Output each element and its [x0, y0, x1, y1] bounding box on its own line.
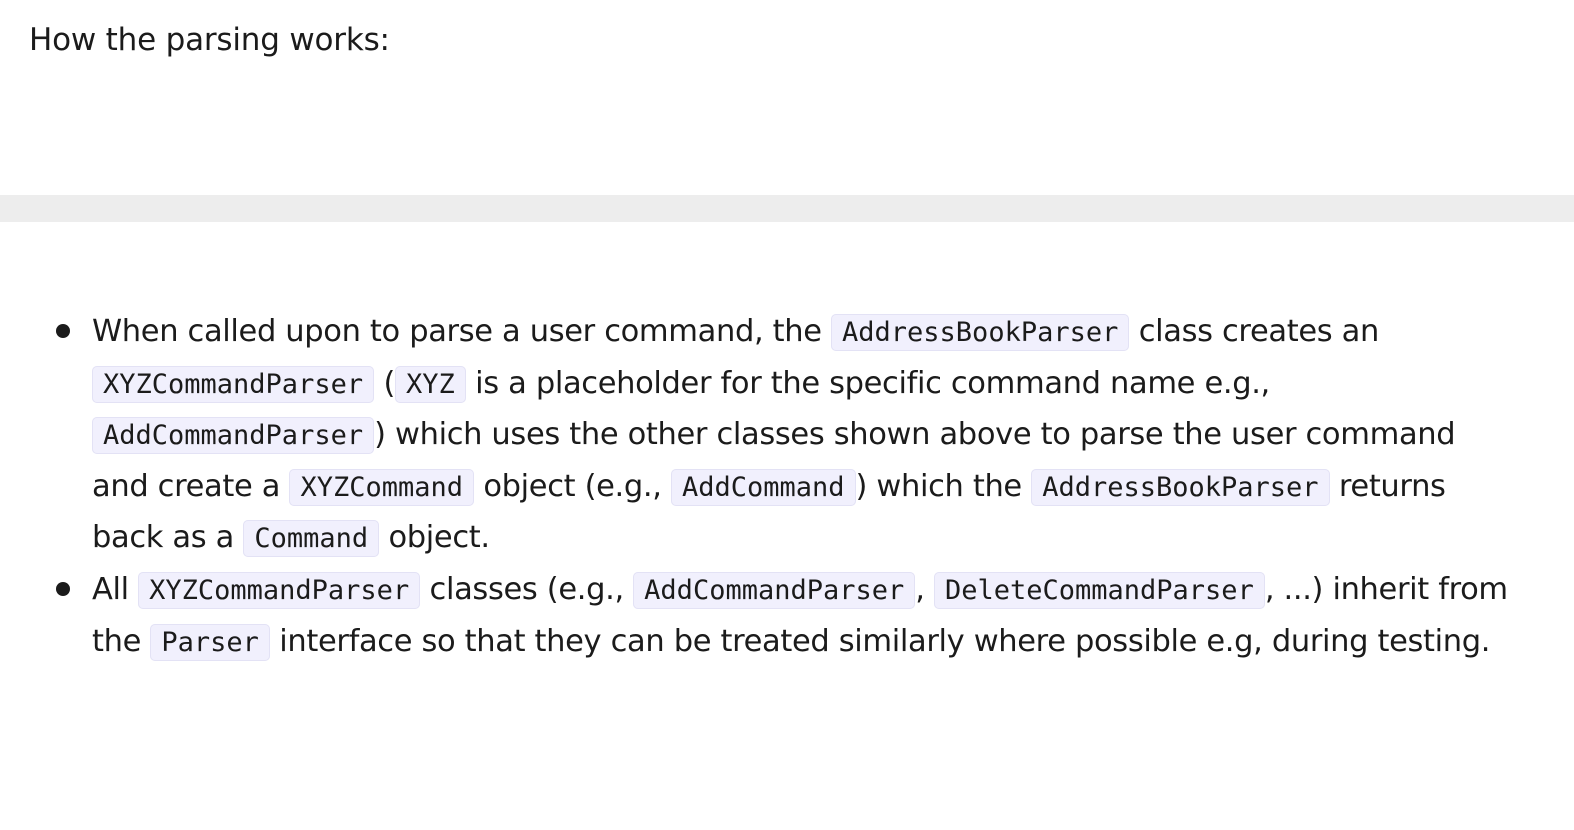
- text-fragment: ,: [915, 571, 934, 607]
- text-fragment: All: [92, 571, 139, 607]
- inline-code: AddressBookParser: [1031, 468, 1330, 506]
- text-fragment: interface so that they can be treated si…: [269, 623, 1491, 659]
- bullet-icon: [56, 581, 70, 596]
- intro-text: How the parsing works:: [29, 22, 390, 58]
- bullet-icon: [56, 324, 70, 338]
- inline-code: AddCommandParser: [92, 417, 375, 455]
- inline-code: XYZCommandParser: [138, 571, 421, 609]
- text-fragment: When called upon to parse a user command…: [92, 314, 832, 349]
- text-fragment: (: [374, 365, 395, 401]
- text-fragment: object.: [379, 520, 490, 556]
- section-divider: [0, 195, 1574, 222]
- inline-code: Parser: [150, 623, 270, 661]
- inline-code: AddCommand: [670, 468, 856, 506]
- inline-code: AddCommandParser: [633, 571, 916, 609]
- parser-notes-list: When called upon to parse a user command…: [48, 307, 1518, 668]
- inline-code: Command: [243, 520, 380, 558]
- inline-code: DeleteCommandParser: [933, 571, 1265, 609]
- text-fragment: classes (e.g.,: [420, 571, 634, 607]
- inline-code: AddressBookParser: [831, 314, 1130, 351]
- list-item: When called upon to parse a user command…: [48, 307, 1518, 565]
- text-fragment: object (e.g.,: [474, 468, 671, 504]
- inline-code: XYZCommand: [289, 468, 474, 506]
- inline-code: XYZCommandParser: [92, 365, 375, 403]
- list-item: All XYZCommandParser classes (e.g., AddC…: [48, 565, 1518, 668]
- text-fragment: ) which the: [855, 468, 1032, 504]
- inline-code: XYZ: [395, 365, 466, 403]
- text-fragment: class creates an: [1129, 314, 1380, 349]
- text-fragment: is a placeholder for the specific comman…: [465, 365, 1270, 401]
